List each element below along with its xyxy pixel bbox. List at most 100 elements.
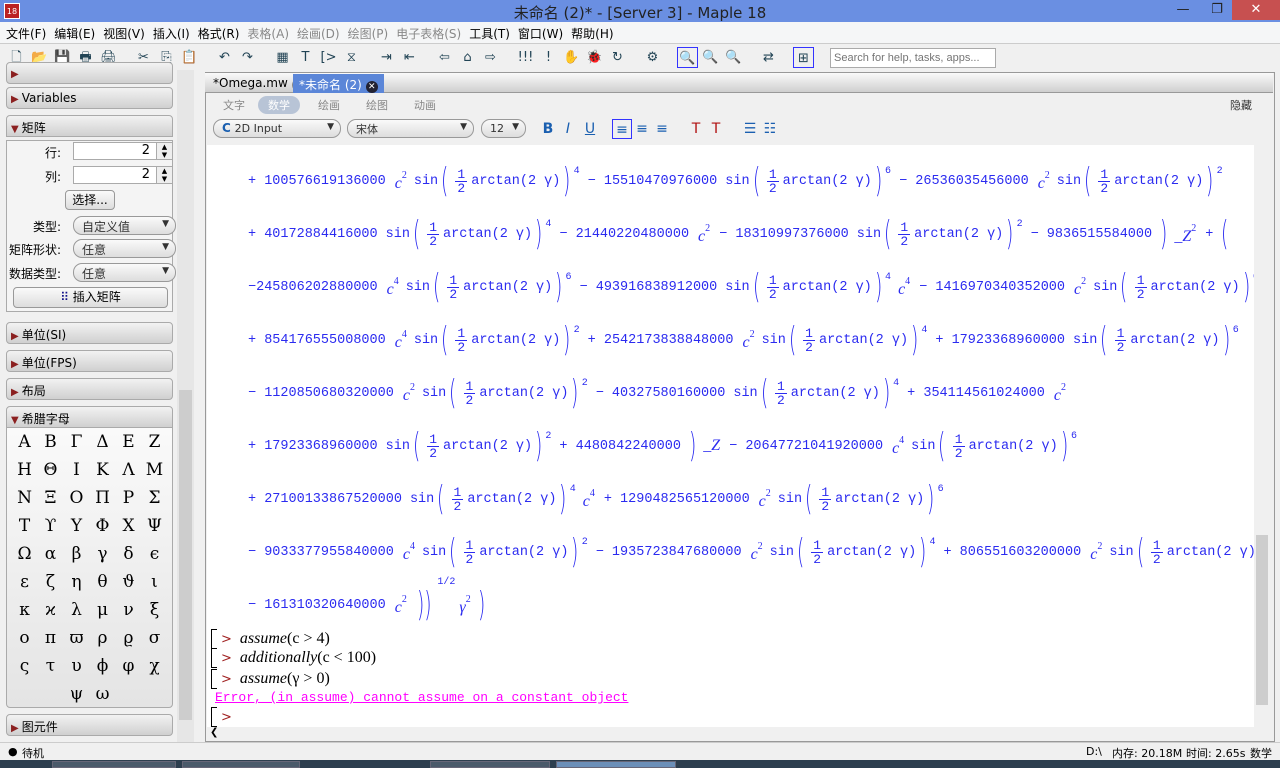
palette-header-cut[interactable]: ▶ (6, 62, 173, 84)
palette-header-layout[interactable]: ▶ 布局 (6, 378, 173, 400)
greek-letter[interactable]: Σ (142, 484, 168, 512)
menu-item[interactable]: 表格(A) (243, 22, 293, 43)
scroll-left-icon[interactable]: ❮ (210, 727, 218, 738)
greek-letter[interactable]: υ (64, 652, 90, 680)
underline-icon[interactable]: U (580, 119, 600, 139)
greek-letter[interactable]: φ (116, 652, 142, 680)
menu-item[interactable]: 格式(R) (194, 22, 244, 43)
greek-letter[interactable]: κ (12, 596, 38, 624)
menu-item[interactable]: 插入(I) (149, 22, 194, 43)
align-right-icon[interactable]: ≡ (652, 119, 672, 139)
palette-header-components[interactable]: ▶ 图元件 (6, 714, 173, 736)
menu-item[interactable]: 工具(T) (465, 22, 514, 43)
greek-letter[interactable]: Δ (90, 428, 116, 456)
greek-letter[interactable]: ο (12, 624, 38, 652)
greek-letter[interactable]: ω (90, 680, 116, 708)
restart-icon[interactable]: ↻ (607, 47, 628, 68)
font-select[interactable]: 宋体 ▼ (347, 119, 474, 138)
math-input-icon[interactable]: ⊞ (793, 47, 814, 68)
home-icon[interactable]: ⌂ (457, 47, 478, 68)
greek-letter[interactable]: ζ (38, 568, 64, 596)
tab-untitled-2[interactable]: *未命名 (2) ✕ (293, 74, 384, 93)
greek-letter[interactable]: ς (12, 652, 38, 680)
menu-item[interactable]: 电子表格(S) (392, 22, 465, 43)
taskbar-item-maple[interactable] (556, 761, 676, 768)
execute-all-icon[interactable]: !!! (515, 47, 536, 68)
input-prompt[interactable]: > additionally (c < 100) (211, 648, 376, 668)
spinner-arrows-icon[interactable]: ▲ ▼ (156, 167, 172, 183)
greek-letter[interactable]: β (64, 540, 90, 568)
outdent-icon[interactable]: ⇤ (399, 47, 420, 68)
greek-letter[interactable]: Α (12, 428, 38, 456)
insert-math-icon[interactable]: ▦ (272, 47, 293, 68)
stop-icon[interactable]: ✋ (561, 47, 582, 68)
menu-item[interactable]: 窗口(W) (514, 22, 567, 43)
greek-letter[interactable]: Ψ (142, 512, 168, 540)
section-icon[interactable]: ⧖ (341, 47, 362, 68)
greek-letter[interactable]: Υ (64, 512, 90, 540)
greek-letter[interactable]: Π (90, 484, 116, 512)
bullet-list-icon[interactable]: ☰ (740, 119, 760, 139)
input-prompt[interactable]: > assume (γ > 0) (211, 669, 330, 689)
greek-letter[interactable]: ι (142, 568, 168, 596)
back-icon[interactable]: ⇦ (434, 47, 455, 68)
greek-letter[interactable]: ε (12, 568, 38, 596)
paste-icon[interactable]: 📋 (179, 47, 200, 68)
context-tab[interactable]: 数学 (258, 96, 300, 114)
greek-letter[interactable]: Τ (12, 512, 38, 540)
greek-letter[interactable]: η (64, 568, 90, 596)
choose-button[interactable]: 选择... (65, 190, 115, 210)
menu-item[interactable]: 文件(F) (2, 22, 50, 43)
input-prompt[interactable]: > assume (c > 4) (211, 629, 330, 649)
text-color-icon[interactable]: T (686, 119, 706, 139)
greek-letter[interactable]: Ο (64, 484, 90, 512)
context-tab[interactable]: 动画 (404, 96, 446, 114)
greek-letter[interactable]: α (38, 540, 64, 568)
greek-letter[interactable]: ϰ (38, 596, 64, 624)
greek-letter[interactable]: Η (12, 456, 38, 484)
execute-icon[interactable]: ! (538, 47, 559, 68)
palette-header-units-si[interactable]: ▶ 单位(SI) (6, 322, 173, 344)
palette-scrollbar-thumb[interactable] (179, 390, 192, 720)
toggle-input-icon[interactable]: ⇄ (758, 47, 779, 68)
greek-letter[interactable]: γ (90, 540, 116, 568)
zoom-100-icon[interactable]: 🔍 (677, 47, 698, 68)
palette-header-greek[interactable]: ▼ 希腊字母 (6, 406, 173, 428)
highlight-color-icon[interactable]: T (706, 119, 726, 139)
greek-letter[interactable]: σ (142, 624, 168, 652)
greek-letter[interactable]: ν (116, 596, 142, 624)
palette-header-units-fps[interactable]: ▶ 单位(FPS) (6, 350, 173, 372)
greek-letter[interactable]: Ν (12, 484, 38, 512)
align-left-icon[interactable]: ≡ (612, 119, 632, 139)
settings-icon[interactable]: ⚙ (642, 47, 663, 68)
close-button[interactable]: ✕ (1232, 0, 1280, 20)
shape-select[interactable]: 任意 ▼ (73, 239, 176, 258)
taskbar-item[interactable] (430, 761, 550, 768)
palette-header-matrix[interactable]: ▼ 矩阵 (6, 115, 173, 137)
greek-letter[interactable]: Χ (116, 512, 142, 540)
insert-prompt-icon[interactable]: [> (318, 47, 339, 68)
minimize-button[interactable]: — (1168, 0, 1198, 20)
menu-item[interactable]: 绘图(P) (344, 22, 393, 43)
greek-letter[interactable]: Β (38, 428, 64, 456)
worksheet[interactable]: + 100576619136000 c2 sin(1 2 arctan(2 γ)) 4− … (207, 145, 1254, 727)
greek-letter[interactable]: ξ (142, 596, 168, 624)
greek-letter[interactable]: Λ (116, 456, 142, 484)
greek-letter[interactable]: Ζ (142, 428, 168, 456)
undo-icon[interactable]: ↶ (214, 47, 235, 68)
spinner-arrows-icon[interactable]: ▲ ▼ (156, 143, 172, 159)
datatype-select[interactable]: 任意 ▼ (73, 263, 176, 282)
greek-letter[interactable]: Ρ (116, 484, 142, 512)
context-tab[interactable]: 绘画 (308, 96, 350, 114)
palette-header-variables[interactable]: ▶ Variables (6, 87, 173, 109)
greek-letter[interactable]: ϕ (90, 652, 116, 680)
greek-letter[interactable]: δ (116, 540, 142, 568)
taskbar-item[interactable] (52, 761, 176, 768)
restore-button[interactable]: ❐ (1202, 0, 1232, 20)
worksheet-scrollbar-thumb[interactable] (1256, 535, 1268, 705)
greek-letter[interactable]: ϖ (64, 624, 90, 652)
font-size-select[interactable]: 12 ▼ (481, 119, 526, 138)
hide-button[interactable]: 隐藏 (1230, 97, 1252, 113)
greek-letter[interactable]: ψ (64, 680, 90, 708)
greek-letter[interactable]: χ (142, 652, 168, 680)
